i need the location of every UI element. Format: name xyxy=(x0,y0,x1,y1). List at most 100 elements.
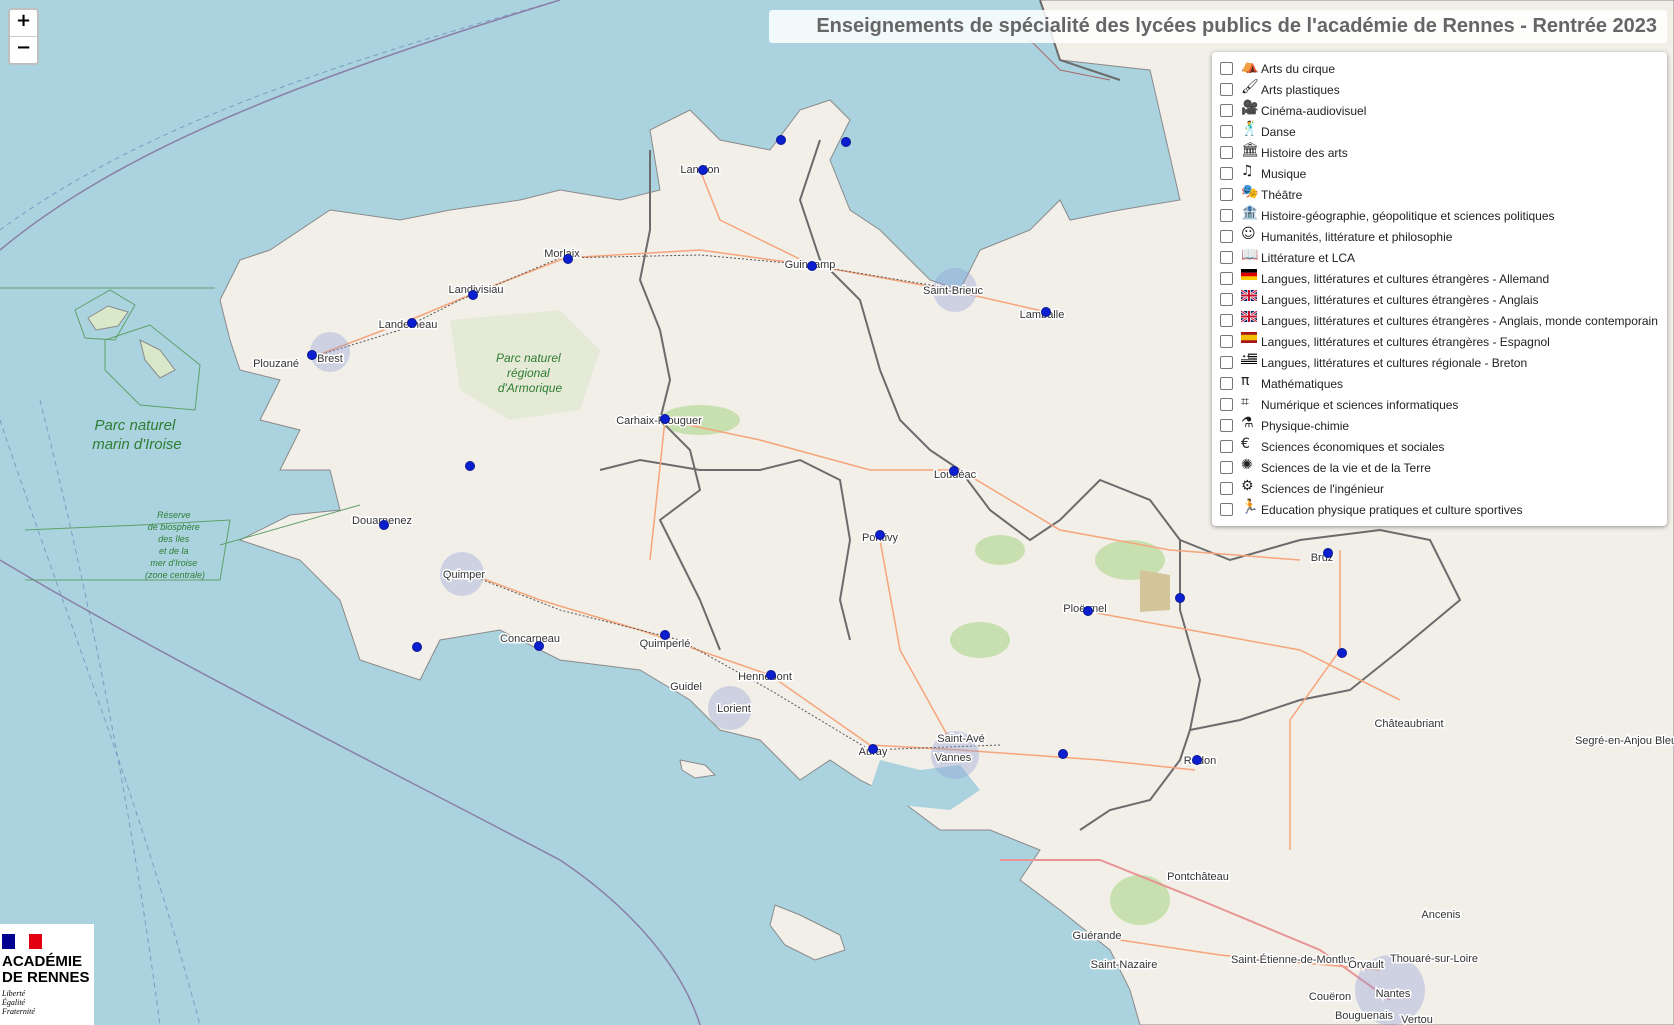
school-marker[interactable] xyxy=(776,135,786,145)
layer-checkbox[interactable] xyxy=(1220,62,1233,75)
legend-item[interactable]: € Sciences économiques et sociales xyxy=(1220,436,1659,457)
svg-text:✦✦: ✦✦ xyxy=(1242,354,1250,360)
head-profile-icon: ☺ xyxy=(1241,225,1256,242)
german-flag-icon xyxy=(1241,268,1259,285)
legend-item[interactable]: ⚗ Physique-chimie xyxy=(1220,415,1659,436)
place-label: Orvault xyxy=(1348,959,1383,971)
layer-checkbox[interactable] xyxy=(1220,167,1233,180)
legend-item[interactable]: ⌗ Numérique et sciences informatiques xyxy=(1220,394,1659,415)
legend-label: Mathématiques xyxy=(1261,376,1344,391)
place-label: Pontchâteau xyxy=(1167,871,1229,883)
legend-item[interactable]: ⛺ Arts du cirque xyxy=(1220,58,1659,79)
school-marker[interactable] xyxy=(875,530,885,540)
school-marker[interactable] xyxy=(379,520,389,530)
legend-item[interactable]: 🕺 Danse xyxy=(1220,121,1659,142)
column-icon: 🏛 xyxy=(1241,141,1259,158)
legend-item[interactable]: ⚙ Sciences de l'ingénieur xyxy=(1220,478,1659,499)
place-label: Guidel xyxy=(670,681,702,693)
breton-flag-icon: ✦✦ xyxy=(1241,352,1259,369)
legend-label: Cinéma-audiovisuel xyxy=(1261,103,1367,118)
marianne-flag-icon xyxy=(2,934,42,949)
legend-label: Humanités, littérature et philosophie xyxy=(1261,229,1453,244)
place-label: Saint-Brieuc xyxy=(923,285,983,297)
layer-checkbox[interactable] xyxy=(1220,461,1233,474)
school-marker[interactable] xyxy=(468,290,478,300)
legend-item[interactable]: ☺ Humanités, littérature et philosophie xyxy=(1220,226,1659,247)
legend-item[interactable]: 🎥 Cinéma-audiovisuel xyxy=(1220,100,1659,121)
layer-checkbox[interactable] xyxy=(1220,419,1233,432)
layer-checkbox[interactable] xyxy=(1220,209,1233,222)
legend-item[interactable]: 🏦 Histoire-géographie, géopolitique et sc… xyxy=(1220,205,1659,226)
school-marker[interactable] xyxy=(1041,307,1051,317)
layer-checkbox[interactable] xyxy=(1220,398,1233,411)
layer-checkbox[interactable] xyxy=(1220,314,1233,327)
uk-flag-icon xyxy=(1240,288,1259,306)
school-marker[interactable] xyxy=(660,414,670,424)
layer-checkbox[interactable] xyxy=(1220,293,1233,306)
legend-item[interactable]: 🏃 Education physique pratiques et culture… xyxy=(1220,499,1659,520)
place-label: Saint-Étienne-de-Montluc xyxy=(1231,953,1356,966)
legend-item[interactable]: ✦✦ Langues, littératures et cultures régi… xyxy=(1220,352,1659,373)
place-label: Guérande xyxy=(1073,930,1122,942)
place-label: Plouzané xyxy=(253,358,299,370)
legend-item[interactable]: Langues, littératures et cultures étrang… xyxy=(1220,288,1659,310)
layer-checkbox[interactable] xyxy=(1220,482,1233,495)
layer-checkbox[interactable] xyxy=(1220,125,1233,138)
school-marker[interactable] xyxy=(407,318,417,328)
legend-item[interactable]: Langues, littératures et cultures étrang… xyxy=(1220,309,1659,331)
school-marker[interactable] xyxy=(534,641,544,651)
legend-label: Sciences de la vie et de la Terre xyxy=(1261,460,1431,475)
layer-checkbox[interactable] xyxy=(1220,335,1233,348)
school-marker[interactable] xyxy=(766,670,776,680)
legend-item[interactable]: π Mathématiques xyxy=(1220,373,1659,394)
school-marker[interactable] xyxy=(660,630,670,640)
layer-checkbox[interactable] xyxy=(1220,503,1233,516)
school-marker[interactable] xyxy=(698,165,708,175)
legend-label: Langues, littératures et cultures région… xyxy=(1261,355,1528,370)
place-label: Saint-Avé xyxy=(937,733,985,745)
school-marker[interactable] xyxy=(1337,648,1347,658)
school-marker[interactable] xyxy=(563,254,573,264)
legend-item[interactable]: Langues, littératures et cultures étrang… xyxy=(1220,331,1659,352)
legend-label: Arts plastiques xyxy=(1261,82,1340,97)
school-marker[interactable] xyxy=(868,744,878,754)
school-marker[interactable] xyxy=(1058,749,1068,759)
zoom-out-button[interactable]: − xyxy=(10,36,37,63)
layer-checkbox[interactable] xyxy=(1220,188,1233,201)
layer-checkbox[interactable] xyxy=(1220,272,1233,285)
layer-checkbox[interactable] xyxy=(1220,146,1233,159)
school-marker[interactable] xyxy=(807,261,817,271)
school-marker[interactable] xyxy=(1175,593,1185,603)
legend-item[interactable]: 🖌 Arts plastiques xyxy=(1220,79,1659,100)
school-marker[interactable] xyxy=(1323,548,1333,558)
layer-checkbox[interactable] xyxy=(1220,230,1233,243)
place-label: Nantes xyxy=(1376,988,1411,1000)
zoom-in-button[interactable]: + xyxy=(10,10,37,36)
legend-label: Langues, littératures et cultures étrang… xyxy=(1261,334,1550,349)
layer-checkbox[interactable] xyxy=(1220,377,1233,390)
school-marker[interactable] xyxy=(1083,606,1093,616)
layer-checkbox[interactable] xyxy=(1220,251,1233,264)
school-marker[interactable] xyxy=(1192,755,1202,765)
school-marker[interactable] xyxy=(949,466,959,476)
school-marker[interactable] xyxy=(412,642,422,652)
school-marker[interactable] xyxy=(307,350,317,360)
military-area xyxy=(1140,570,1170,612)
gear-robot-icon: ⚙ xyxy=(1241,477,1254,494)
legend-item[interactable]: 📖 Littérature et LCA xyxy=(1220,247,1659,268)
place-label: Carhaix-Plouguer xyxy=(616,415,702,427)
layer-checkbox[interactable] xyxy=(1220,83,1233,96)
layer-checkbox[interactable] xyxy=(1220,356,1233,369)
circus-tent-icon: ⛺ xyxy=(1241,57,1259,74)
legend-item[interactable]: ♫ Musique xyxy=(1220,163,1659,184)
legend-item[interactable]: Langues, littératures et cultures étrang… xyxy=(1220,268,1659,289)
legend-label: Langues, littératures et cultures étrang… xyxy=(1261,271,1550,286)
school-marker[interactable] xyxy=(841,137,851,147)
layer-checkbox[interactable] xyxy=(1220,104,1233,117)
legend-item[interactable]: 🎭 Théâtre xyxy=(1220,184,1659,205)
legend-item[interactable]: ✺ Sciences de la vie et de la Terre xyxy=(1220,457,1659,478)
legend-item[interactable]: 🏛 Histoire des arts xyxy=(1220,142,1659,163)
school-marker[interactable] xyxy=(465,461,475,471)
page-title: Enseignements de spécialité des lycées p… xyxy=(769,10,1667,43)
layer-checkbox[interactable] xyxy=(1220,440,1233,453)
